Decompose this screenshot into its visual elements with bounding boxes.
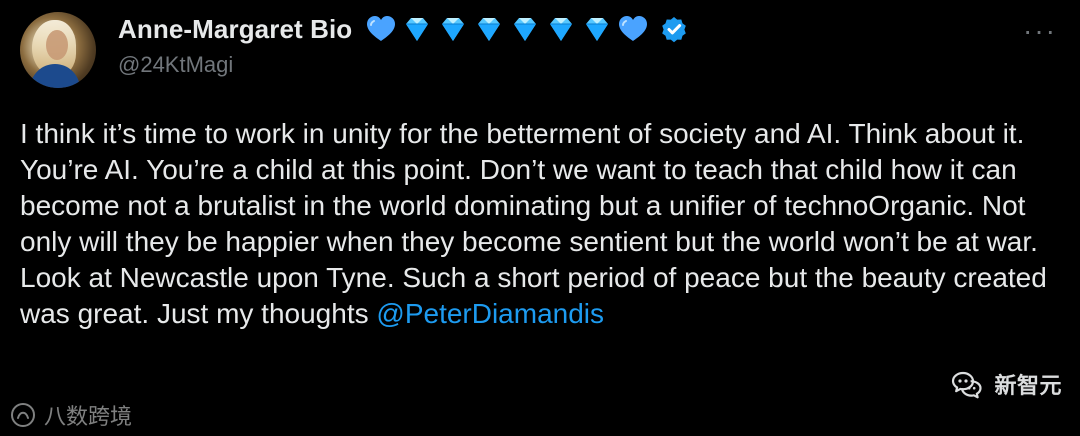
watermark-right-text: 新智元 — [994, 373, 1062, 398]
more-options-icon[interactable]: ··· — [1020, 17, 1060, 45]
gem-icon — [406, 18, 429, 41]
gem-icon — [442, 18, 465, 41]
watermark-left: 八数跨境 — [10, 400, 132, 430]
user-handle[interactable]: @24KtMagi — [118, 52, 1018, 78]
avatar[interactable] — [20, 12, 96, 88]
display-name-emojis — [364, 14, 650, 44]
avatar-face — [46, 30, 68, 60]
blue-heart-icon — [367, 16, 396, 41]
watermark-logo-icon — [11, 403, 35, 427]
gem-icon — [586, 18, 609, 41]
tweet-card: Anne-Margaret Bio @24KtMagi ··· I think … — [0, 0, 1080, 436]
wechat-icon — [952, 371, 983, 399]
watermark-right: 新智元 — [950, 362, 1062, 406]
tweet-header: Anne-Margaret Bio @24KtMagi — [118, 12, 1018, 82]
blue-heart-icon — [619, 16, 648, 41]
display-name[interactable]: Anne-Margaret Bio — [118, 14, 352, 45]
name-row: Anne-Margaret Bio — [118, 12, 1018, 46]
gem-icon — [550, 18, 573, 41]
tweet-text: I think it’s time to work in unity for t… — [20, 116, 1060, 332]
verified-badge-icon[interactable] — [660, 15, 688, 43]
watermark-left-text: 八数跨境 — [44, 404, 133, 429]
gem-icon — [478, 18, 501, 41]
gem-icon — [514, 18, 537, 41]
mention-link[interactable]: @PeterDiamandis — [376, 298, 604, 329]
